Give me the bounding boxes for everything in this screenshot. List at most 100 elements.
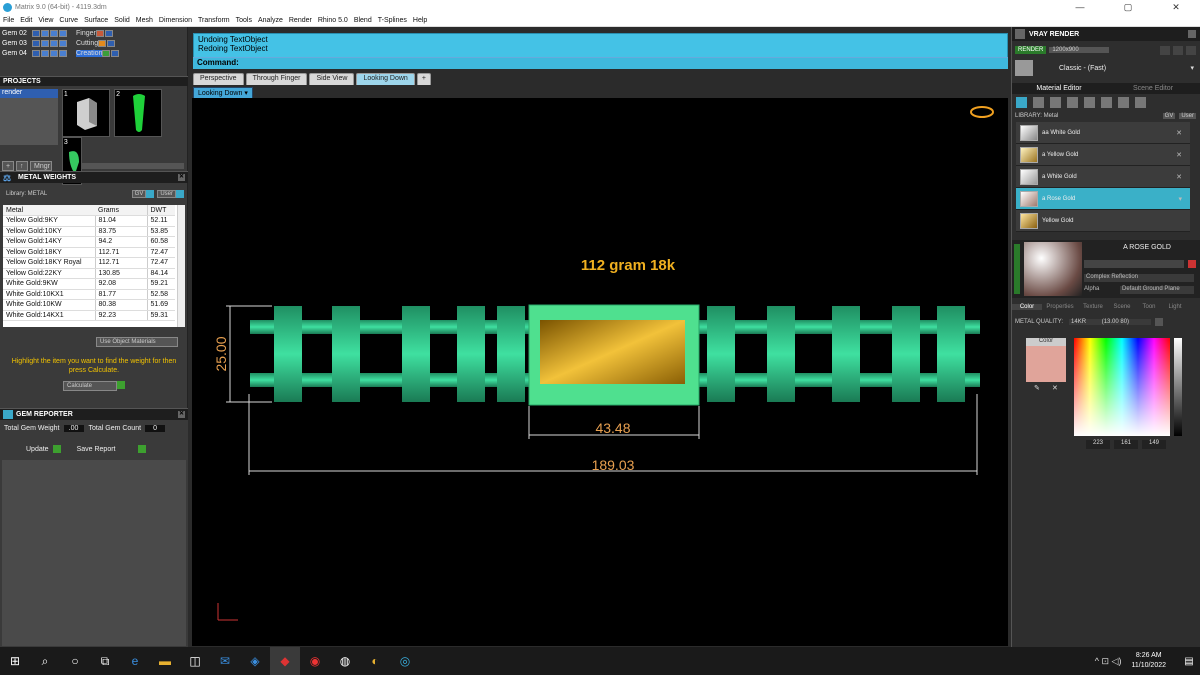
brightness-slider[interactable] [1174, 338, 1182, 436]
table-cell[interactable]: 84.14 [146, 268, 175, 279]
table-cell[interactable]: 72.47 [146, 257, 175, 269]
remove-icon[interactable]: ✕ [1176, 151, 1182, 159]
tab-light[interactable]: Light [1162, 304, 1188, 310]
chevron-down-icon[interactable]: ▾ [1190, 64, 1194, 72]
render-preset[interactable]: Classic - (Fast) [1059, 65, 1106, 72]
table-cell[interactable]: Yellow Gold:9KY [3, 215, 95, 227]
library-toggle[interactable] [146, 190, 155, 198]
table-cell[interactable]: 51.69 [146, 299, 175, 311]
table-cell[interactable]: 94.2 [94, 236, 147, 248]
save-report-button[interactable]: Save Report [77, 446, 116, 453]
table-cell[interactable]: 59.21 [146, 278, 175, 290]
table-cell[interactable]: White Gold:10KW [3, 299, 95, 311]
clear-color-icon[interactable]: ✕ [1052, 384, 1060, 392]
menu-mesh[interactable]: Mesh [136, 17, 153, 24]
search-icon[interactable]: ⌕ [30, 647, 60, 675]
cortana-icon[interactable]: ○ [60, 647, 90, 675]
material-item[interactable]: a Yellow Gold ✕ [1016, 144, 1190, 166]
material-tool-icon[interactable] [1084, 96, 1095, 108]
calculate-go-icon[interactable] [117, 381, 125, 389]
tab-looking-down[interactable]: Looking Down [356, 73, 415, 85]
chrome-icon[interactable]: ◉ [300, 647, 330, 675]
tab-material-editor[interactable]: Material Editor [1012, 85, 1106, 92]
tab-toon[interactable]: Toon [1136, 304, 1162, 310]
game-icon[interactable]: ◐ [360, 647, 390, 675]
table-cell[interactable]: Yellow Gold:10KY [3, 226, 95, 237]
table-row[interactable]: White Gold:10KX1 81.77 52.58 [3, 289, 175, 300]
blue-value[interactable]: 149 [1142, 440, 1166, 449]
red-value[interactable]: 223 [1086, 440, 1110, 449]
table-row[interactable]: Yellow Gold:22KY 130.85 84.14 [3, 268, 175, 279]
thumbnail-slider[interactable] [64, 162, 184, 169]
table-cell[interactable]: 60.58 [146, 236, 175, 248]
menu-analyze[interactable]: Analyze [258, 17, 283, 24]
color-swatch[interactable] [1026, 346, 1066, 382]
rewind-icon[interactable] [1160, 45, 1170, 55]
file-explorer-icon[interactable]: ▬ [150, 647, 180, 675]
column-header[interactable]: Grams [95, 205, 147, 216]
material-tool-icon[interactable] [1050, 96, 1061, 108]
tab-color[interactable]: Color [1012, 304, 1042, 310]
material-tool-strip[interactable] [1084, 260, 1184, 268]
table-cell[interactable]: 81.04 [94, 215, 147, 227]
tab-side-view[interactable]: Side View [309, 73, 355, 85]
store-icon[interactable]: ◫ [180, 647, 210, 675]
notification-icon[interactable]: ▤ [1178, 647, 1200, 675]
app-icon[interactable]: ◎ [390, 647, 420, 675]
material-tool-icon[interactable] [1135, 96, 1146, 108]
table-cell[interactable]: White Gold:9KW [3, 278, 95, 290]
layer-color-swatch[interactable] [32, 29, 40, 37]
library-gv-button[interactable]: GV [1162, 113, 1176, 119]
color-spectrum[interactable] [1074, 338, 1170, 436]
rhino-icon[interactable]: ◍ [330, 647, 360, 675]
metal-quality-toggle[interactable] [1155, 318, 1164, 326]
material-item[interactable]: a Rose Gold ▾ [1016, 188, 1190, 210]
library-user-button[interactable]: User [1179, 113, 1196, 119]
lock-icon[interactable] [50, 29, 58, 37]
layer-row[interactable]: Gem 03 Cutting [0, 38, 187, 48]
calculate-button[interactable]: Calculate [63, 381, 117, 391]
close-panel-icon[interactable] [1188, 30, 1196, 38]
menu-tools[interactable]: Tools [236, 17, 252, 24]
eyedropper-icon[interactable]: ✎ [1034, 384, 1042, 392]
tab-properties[interactable]: Properties [1042, 304, 1078, 310]
library-toggle[interactable] [176, 190, 184, 198]
table-cell[interactable]: 92.23 [94, 310, 147, 321]
clock[interactable]: 8:26 AM 11/10/2022 [1131, 651, 1166, 671]
close-panel-icon[interactable]: ✕ [178, 174, 185, 181]
table-cell[interactable]: 80.38 [94, 299, 147, 311]
up-icon[interactable]: ↑ [16, 160, 28, 171]
table-cell[interactable]: Yellow Gold:18KY [3, 247, 95, 258]
material-tool-icon[interactable] [1101, 96, 1112, 108]
material-tool-icon[interactable] [1118, 96, 1129, 108]
play-icon[interactable] [1173, 45, 1183, 55]
table-cell[interactable]: 112.71 [94, 247, 147, 258]
use-object-materials-dropdown[interactable]: Use Object Materials [96, 337, 178, 347]
viewport[interactable]: 112 gram 18k 25.00 43.48 189.03 [192, 98, 1008, 646]
save-go-icon[interactable] [137, 445, 146, 453]
layer-row[interactable]: Gem 04 Creation [0, 48, 187, 58]
update-button[interactable]: Update [26, 446, 49, 453]
layer-color-swatch[interactable] [102, 49, 111, 57]
lock-icon[interactable] [104, 29, 113, 37]
table-cell[interactable]: 72.47 [146, 247, 175, 258]
add-tab-icon[interactable]: + [416, 73, 431, 85]
menu-tsplines[interactable]: T-Splines [378, 17, 407, 24]
material-tool-icon[interactable] [1016, 96, 1027, 108]
table-cell[interactable]: 81.77 [94, 289, 147, 300]
layer-toggle-icon[interactable] [59, 29, 67, 37]
project-thumbnail[interactable]: 1 [61, 89, 110, 137]
table-cell[interactable]: 52.58 [146, 289, 175, 300]
edge-icon[interactable]: e [120, 647, 150, 675]
lock-icon[interactable] [111, 49, 120, 57]
update-go-icon[interactable] [52, 445, 61, 453]
column-header[interactable]: Metal [3, 205, 95, 216]
material-tool-icon[interactable] [1067, 96, 1078, 108]
table-row[interactable]: White Gold:10KW 80.38 51.69 [3, 299, 175, 311]
menu-edit[interactable]: Edit [20, 17, 32, 24]
close-button[interactable]: ✕ [1152, 2, 1200, 13]
chevron-down-icon[interactable]: ▾ [1178, 195, 1182, 203]
tab-scene[interactable]: Scene [1108, 304, 1136, 310]
menu-render[interactable]: Render [289, 17, 312, 24]
remove-icon[interactable]: ✕ [1176, 173, 1182, 181]
